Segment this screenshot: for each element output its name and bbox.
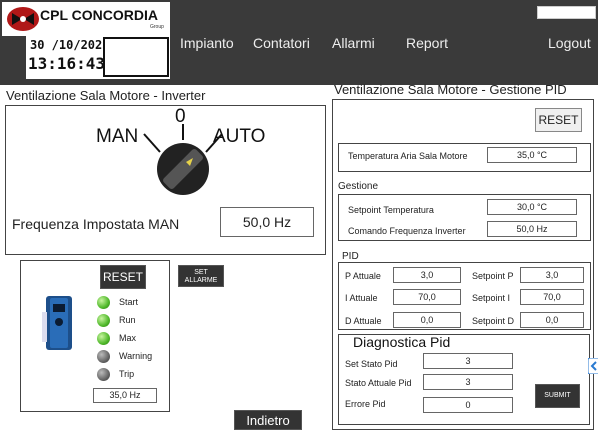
back-button[interactable]: Indietro [234, 410, 302, 430]
p-actual-label: P Attuale [345, 271, 381, 281]
setpoint-d-input[interactable]: 0,0 [520, 312, 584, 328]
freq-cmd-value: 50,0 Hz [487, 221, 577, 237]
pid-section-title: PID [342, 251, 359, 262]
header-indicator [537, 6, 596, 19]
temperature-label: Temperatura Aria Sala Motore [348, 151, 468, 161]
stato-attuale-value: 3 [423, 374, 513, 390]
gestione-title: Gestione [338, 181, 379, 192]
led-max-label: Max [119, 333, 137, 343]
led-start-label: Start [119, 297, 139, 307]
p-actual-value: 3,0 [393, 267, 461, 283]
nav-contatori[interactable]: Contatori [253, 35, 310, 51]
user-field[interactable] [103, 37, 169, 77]
inverter-icon [42, 296, 72, 350]
date-display: 30 /10/2023 [30, 38, 110, 52]
setpoint-i-input[interactable]: 70,0 [520, 289, 584, 305]
setpoint-p-label: Setpoint P [472, 271, 514, 281]
led-trip-label: Trip [119, 369, 135, 379]
brand-name: CPL CONCORDIA [40, 7, 158, 23]
nav-impianto[interactable]: Impianto [180, 35, 234, 51]
errore-pid-value: 0 [423, 397, 513, 413]
freq-cmd-label: Comando Frequenza Inverter [348, 226, 466, 236]
temperature-value: 35,0 °C [487, 147, 577, 163]
stato-attuale-label: Stato Attuale Pid [345, 378, 412, 388]
side-panel-toggle-icon[interactable] [588, 358, 598, 374]
set-alarm-button[interactable]: SET ALLARME [178, 265, 224, 287]
pid-reset-button[interactable]: RESET [535, 108, 582, 132]
setpoint-temp-label: Setpoint Temperatura [348, 205, 434, 215]
errore-pid-label: Errore Pid [345, 399, 386, 409]
i-actual-label: I Attuale [345, 293, 378, 303]
set-stato-input[interactable]: 3 [423, 353, 513, 369]
freq-man-label: Frequenza Impostata MAN [12, 216, 180, 232]
led-warning-label: Warning [119, 351, 153, 361]
mode-selector-knob[interactable] [138, 124, 228, 199]
pid-title: Ventilazione Sala Motore - Gestione PID [334, 82, 567, 97]
brand-logo-icon [7, 7, 39, 31]
d-actual-label: D Attuale [345, 316, 382, 326]
diagnostica-title: Diagnostica Pid [353, 334, 451, 350]
i-actual-value: 70,0 [393, 289, 461, 305]
nav-report[interactable]: Report [406, 35, 448, 51]
submit-button[interactable]: SUBMIT [535, 384, 580, 408]
setpoint-d-label: Setpoint D [472, 316, 515, 326]
selector-man-label: MAN [96, 126, 139, 147]
led-start-icon [97, 296, 110, 309]
nav-allarmi[interactable]: Allarmi [332, 35, 375, 51]
led-run-icon [97, 314, 110, 327]
reset-button[interactable]: RESET [100, 265, 146, 289]
setpoint-i-label: Setpoint I [472, 293, 511, 303]
brand-subtitle: Group [150, 24, 164, 30]
led-run-label: Run [119, 315, 136, 325]
led-max-icon [97, 332, 110, 345]
led-trip-icon [97, 368, 110, 381]
time-display: 13:16:43 [28, 54, 106, 73]
setpoint-p-input[interactable]: 3,0 [520, 267, 584, 283]
set-stato-label: Set Stato Pid [345, 359, 398, 369]
logout-link[interactable]: Logout [548, 35, 591, 51]
set-alarm-label-2: ALLARME [184, 277, 218, 284]
led-warning-icon [97, 350, 110, 363]
output-frequency: 35,0 Hz [93, 388, 157, 403]
setpoint-temp-input[interactable]: 30,0 °C [487, 199, 577, 215]
d-actual-value: 0,0 [393, 312, 461, 328]
freq-man-input[interactable]: 50,0 Hz [220, 207, 314, 237]
set-alarm-label-1: SET [194, 269, 208, 276]
inverter-title: Ventilazione Sala Motore - Inverter [6, 88, 206, 103]
